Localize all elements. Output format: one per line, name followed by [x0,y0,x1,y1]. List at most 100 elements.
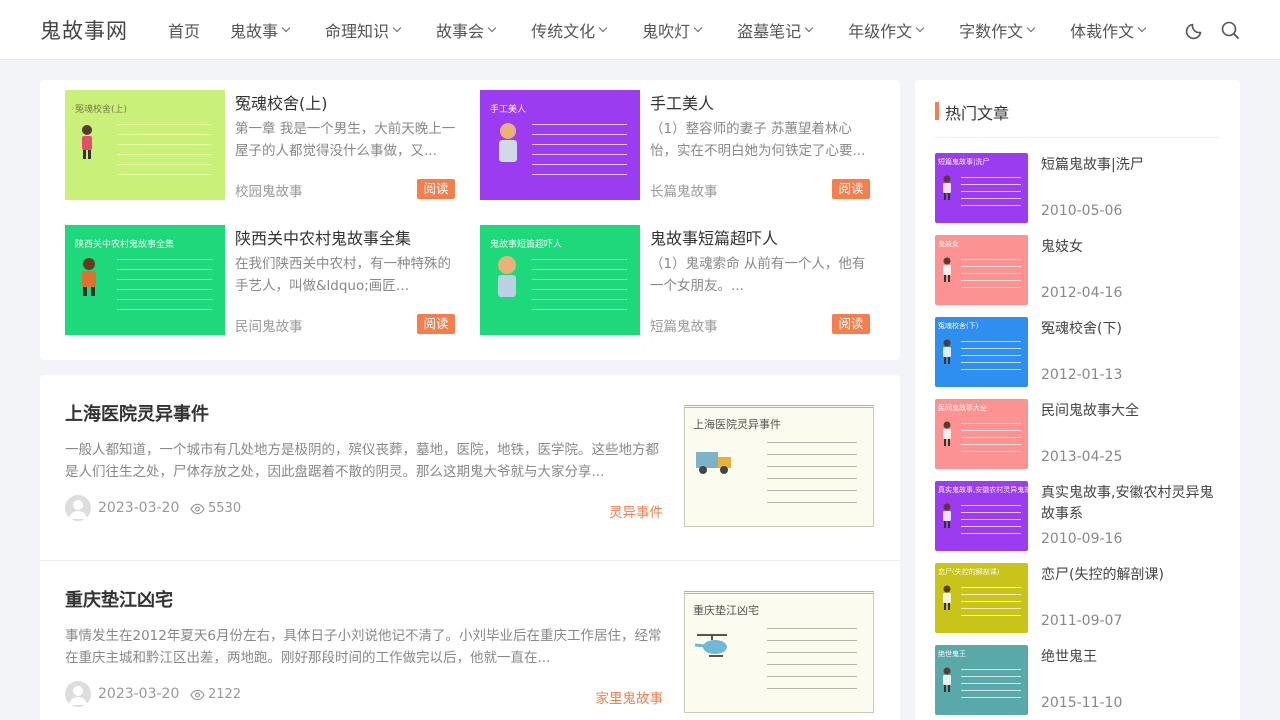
person-illustration-icon [82,125,92,159]
nav-daomu[interactable]: 盗墓笔记 [737,18,814,42]
thumbnail-caption: 重庆垫江凶宅 [693,604,759,617]
hot-article-date: 2011-09-07 [1041,613,1123,629]
read-button[interactable]: 阅读 [417,179,455,199]
site-logo[interactable]: 鬼故事网 [40,15,128,45]
featured-thumbnail[interactable]: 陕西关中农村鬼故事全集 [65,225,225,335]
chevron-down-icon [693,23,703,33]
thumbnail-caption: 民间鬼故事大全 [938,404,987,412]
featured-category[interactable]: 校园鬼故事 [235,180,303,200]
hot-article-item[interactable]: 民间鬼故事大全 民间鬼故事大全 2013-04-25 [935,399,1225,469]
post-category[interactable]: 家里鬼故事 [596,687,664,707]
nav-story-club[interactable]: 故事会 [436,18,497,42]
nav-ghost-stories[interactable]: 鬼故事 [230,18,291,42]
hot-article-thumbnail[interactable]: 真实鬼故事,安徽农村灵异鬼故事系 [935,481,1028,551]
featured-thumbnail[interactable]: 手工美人 [480,90,640,200]
featured-category[interactable]: 民间鬼故事 [235,315,303,335]
nav-guichuideng[interactable]: 鬼吹灯 [642,18,703,42]
featured-thumbnail[interactable]: 冤魂校舍(上) [65,90,225,200]
nav-label: 盗墓笔记 [737,22,802,41]
featured-category[interactable]: 长篇鬼故事 [650,180,718,200]
post-title[interactable]: 重庆垫江凶宅 [65,586,173,612]
featured-category[interactable]: 短篇鬼故事 [650,315,718,335]
thumbnail-caption: 真实鬼故事,安徽农村灵异鬼故事系 [938,486,1028,494]
hot-article-title[interactable]: 鬼妓女 [1041,237,1221,258]
nav-grade-essay[interactable]: 年级作文 [848,18,925,42]
hot-article-date: 2015-11-10 [1041,695,1123,711]
post-excerpt: 事情发生在2012年夏天6月份左右，具体日子小刘说他记不清了。小刘毕业后在重庆工… [65,628,662,666]
featured-thumbnail[interactable]: 鬼故事短篇超吓人 [480,225,640,335]
thumbnail-lines [961,423,1021,458]
hot-article-item[interactable]: 冤魂校舍(下) 冤魂校舍(下) 2012-01-13 [935,317,1225,387]
featured-title[interactable]: 陕西关中农村鬼故事全集 [235,225,411,249]
thumbnail-caption: 手工美人 [490,105,527,115]
hot-article-date: 2010-05-06 [1041,203,1123,219]
thumbnail-lines [767,628,857,700]
hot-article-thumbnail[interactable]: 民间鬼故事大全 [935,399,1028,469]
read-button[interactable]: 阅读 [832,179,870,199]
person-illustration-icon [943,421,951,446]
read-button[interactable]: 阅读 [832,314,870,334]
nav-label: 首页 [168,22,201,41]
hot-article-item[interactable]: 短篇鬼故事|洗尸 短篇鬼故事|洗尸 2010-05-06 [935,153,1225,223]
nav-label: 命理知识 [325,22,390,41]
thumbnail-lines [117,259,212,319]
nav-genre-essay[interactable]: 体裁作文 [1070,18,1147,42]
thumbnail-caption: 鬼故事短篇超吓人 [490,240,563,250]
featured-title[interactable]: 手工美人 [650,90,714,114]
thumbnail-lines [532,259,627,319]
read-button[interactable]: 阅读 [417,314,455,334]
hot-article-item[interactable]: 真实鬼故事,安徽农村灵异鬼故事系 真实鬼故事,安徽农村灵异鬼故事系 2010-09-… [935,481,1225,551]
post-list-item[interactable]: 重庆垫江凶宅 事情发生在2012年夏天6月份左右，具体日子小刘说他记不清了。小刘… [40,561,900,720]
post-category[interactable]: 灵异事件 [609,501,663,521]
hot-article-thumbnail[interactable]: 短篇鬼故事|洗尸 [935,153,1028,223]
avatar[interactable] [65,495,91,521]
hot-article-title[interactable]: 真实鬼故事,安徽农村灵异鬼故事系 [1041,483,1221,525]
hot-article-title[interactable]: 冤魂校舍(下) [1041,319,1221,340]
thumbnail-lines [117,124,212,184]
chevron-down-icon [1026,23,1036,33]
hot-article-thumbnail[interactable]: 鬼妓女 [935,235,1028,305]
hot-article-item[interactable]: 恋尸(失控的解剖课) 恋尸(失控的解剖课) 2011-09-07 [935,563,1225,633]
nav-label: 鬼吹灯 [642,22,691,41]
hot-article-item[interactable]: 绝世鬼王 绝世鬼王 2015-11-10 [935,645,1225,715]
hot-article-title[interactable]: 短篇鬼故事|洗尸 [1041,155,1221,176]
sidebar-hot-articles: 热门文章 短篇鬼故事|洗尸 短篇鬼故事|洗尸 2010-05-06 鬼妓女 鬼妓女 201… [915,80,1240,720]
person-illustration-icon [943,667,951,692]
post-title[interactable]: 上海医院灵异事件 [65,400,209,426]
featured-item[interactable]: 鬼故事短篇超吓人 鬼故事短篇超吓人 （1）鬼魂索命 从前有一个人，他有一个女朋友… [480,225,872,335]
hot-article-item[interactable]: 鬼妓女 鬼妓女 2012-04-16 [935,235,1225,305]
nav-wordcount-essay[interactable]: 字数作文 [959,18,1036,42]
hot-article-title[interactable]: 民间鬼故事大全 [1041,401,1221,422]
avatar[interactable] [65,681,91,707]
thumbnail-lines [767,442,857,514]
post-thumbnail[interactable]: 重庆垫江凶宅 [684,591,874,713]
hot-article-thumbnail[interactable]: 冤魂校舍(下) [935,317,1028,387]
thumbnail-lines [961,669,1021,704]
view-count: 5530 [208,501,242,516]
featured-title[interactable]: 冤魂校舍(上) [235,90,328,114]
eye-icon [190,689,205,700]
moon-icon[interactable] [1185,20,1205,40]
search-icon[interactable] [1220,20,1240,40]
chevron-down-icon [804,23,814,33]
hot-article-thumbnail[interactable]: 恋尸(失控的解剖课) [935,563,1028,633]
person-illustration-icon [499,123,517,162]
post-list-item[interactable]: 上海医院灵异事件 一般人都知道，一个城市有几处地方是极阴的，殡仪丧葬，墓地，医院… [40,375,900,561]
person-illustration-icon [943,503,951,528]
view-count: 2122 [208,687,242,702]
featured-item[interactable]: 陕西关中农村鬼故事全集 陕西关中农村鬼故事全集 在我们陕西关中农村，有一种特殊的… [65,225,457,335]
nav-fortune[interactable]: 命理知识 [325,18,402,42]
featured-item[interactable]: 手工美人 手工美人 （1）整容师的妻子 苏蕙望着林心怡，实在不明白她为何铁定了心… [480,90,872,200]
hot-article-title[interactable]: 恋尸(失控的解剖课) [1041,565,1221,586]
hot-article-title[interactable]: 绝世鬼王 [1041,647,1221,668]
post-date: 2023-03-20 [98,686,180,702]
hot-article-thumbnail[interactable]: 绝世鬼王 [935,645,1028,715]
nav-home[interactable]: 首页 [168,18,200,42]
nav-culture[interactable]: 传统文化 [531,18,608,42]
person-illustration-icon [943,585,951,610]
featured-item[interactable]: 冤魂校舍(上) 冤魂校舍(上) 第一章 我是一个男生，大前天晚上一屋子的人都觉得… [65,90,457,200]
featured-title[interactable]: 鬼故事短篇超吓人 [650,225,778,249]
hot-article-date: 2012-01-13 [1041,367,1123,383]
post-thumbnail[interactable]: 上海医院灵异事件 [684,405,874,527]
chevron-down-icon [487,23,497,33]
